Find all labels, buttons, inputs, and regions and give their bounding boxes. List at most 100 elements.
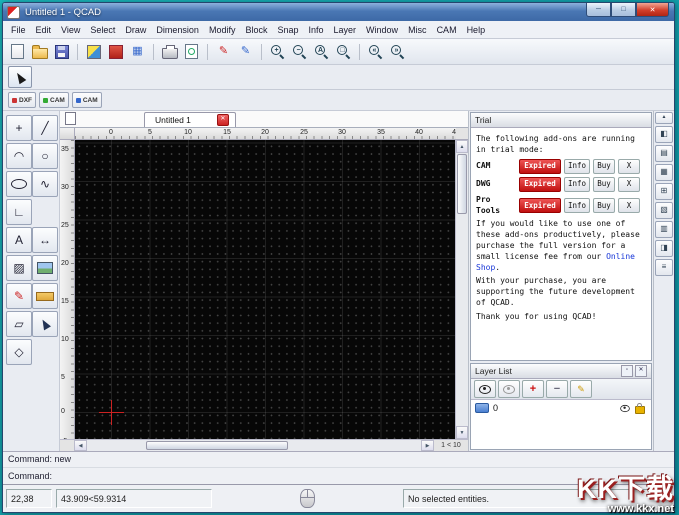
panel-close-icon[interactable]: ✕ <box>635 365 647 377</box>
spline-tool-button[interactable]: ∿ <box>32 171 58 197</box>
scroll-track[interactable] <box>289 440 421 451</box>
vertical-scrollbar[interactable]: ▲ ▼ <box>455 140 468 439</box>
info-button[interactable]: Info <box>564 198 591 214</box>
add-layer-button[interactable]: + <box>522 380 544 398</box>
maximize-button[interactable]: □ <box>611 3 636 17</box>
menu-help[interactable]: Help <box>462 23 491 37</box>
shape-tool-button[interactable]: ▱ <box>6 311 32 337</box>
property-pen-button[interactable]: ✎ <box>235 41 256 62</box>
scroll-track[interactable] <box>456 215 468 426</box>
dock-toggle-selection-filter[interactable]: ◨ <box>655 240 673 257</box>
menu-view[interactable]: View <box>56 23 85 37</box>
hatch-tool-button[interactable]: ▨ <box>6 255 32 281</box>
ellipse-tool-button[interactable] <box>6 171 32 197</box>
remove-layer-button[interactable]: − <box>546 380 568 398</box>
tab-untitled-1[interactable]: Untitled 1 ✕ <box>144 112 236 127</box>
buy-button[interactable]: Buy <box>593 198 616 214</box>
zoom-window-button[interactable]: □ <box>333 41 354 62</box>
menu-window[interactable]: Window <box>361 23 403 37</box>
point-tool-button[interactable]: + <box>6 115 32 141</box>
select-tool-button[interactable] <box>32 311 58 337</box>
trial-panel-titlebar[interactable]: Trial <box>471 113 651 128</box>
dock-toggle-command-line[interactable]: ▥ <box>655 221 673 238</box>
text-tool-button[interactable]: A <box>6 227 32 253</box>
vertical-scroll-thumb[interactable] <box>457 154 467 214</box>
menu-modify[interactable]: Modify <box>204 23 241 37</box>
menu-edit[interactable]: Edit <box>31 23 57 37</box>
strip-scroll-up-button[interactable]: ▲ <box>655 112 673 124</box>
menu-select[interactable]: Select <box>85 23 120 37</box>
dismiss-button[interactable]: X <box>618 158 641 174</box>
menu-misc[interactable]: Misc <box>403 23 432 37</box>
dock-toggle-library-browser[interactable]: ▧ <box>655 202 673 219</box>
image-tool-button[interactable] <box>32 255 58 281</box>
menu-cam[interactable]: CAM <box>432 23 462 37</box>
print-button[interactable] <box>159 41 180 62</box>
dismiss-button[interactable]: X <box>618 198 641 214</box>
titlebar[interactable]: Untitled 1 - QCAD ─ □ ✕ <box>3 3 674 21</box>
hide-all-layers-button[interactable] <box>498 380 520 398</box>
horizontal-scroll-thumb[interactable] <box>146 441 288 450</box>
zoom-in-button[interactable]: + <box>267 41 288 62</box>
pan-zoom-button[interactable]: » <box>387 41 408 62</box>
dock-toggle-property-editor[interactable]: ◧ <box>655 126 673 143</box>
print-preview-button[interactable] <box>181 41 202 62</box>
buy-button[interactable]: Buy <box>593 158 616 174</box>
save-file-button[interactable] <box>51 41 72 62</box>
block-list-button[interactable]: ▦ <box>127 41 148 62</box>
dock-toggle-block-list[interactable]: ▦ <box>655 164 673 181</box>
layer-color-swatch[interactable] <box>475 403 489 413</box>
draw-pencil-button[interactable]: ✎ <box>213 41 234 62</box>
dxf-workspace-button[interactable]: DXF <box>8 92 36 108</box>
layer-lock-icon[interactable] <box>635 402 645 414</box>
zoom-out-button[interactable]: − <box>289 41 310 62</box>
drawing-canvas[interactable] <box>75 140 455 439</box>
solid-tool-button[interactable]: ◇ <box>6 339 32 365</box>
menu-file[interactable]: File <box>6 23 31 37</box>
scroll-up-button[interactable]: ▲ <box>456 140 468 153</box>
dimension-tool-button[interactable]: ↔ <box>32 227 58 253</box>
menu-snap[interactable]: Snap <box>272 23 303 37</box>
menu-block[interactable]: Block <box>240 23 272 37</box>
polyline-tool-button[interactable]: ∟ <box>6 199 32 225</box>
horizontal-scrollbar[interactable]: ◀ ▶ <box>74 439 434 451</box>
edit-layer-button[interactable]: ✎ <box>570 380 592 398</box>
modify-tool-button[interactable]: ✎ <box>6 283 32 309</box>
cam-workspace-button[interactable]: CAM <box>39 92 69 108</box>
arc-tool-button[interactable]: ◠ <box>6 143 32 169</box>
menu-info[interactable]: Info <box>304 23 329 37</box>
dismiss-button[interactable]: X <box>618 176 641 192</box>
scroll-track[interactable] <box>87 440 145 451</box>
scroll-left-button[interactable]: ◀ <box>74 440 87 451</box>
menu-layer[interactable]: Layer <box>329 23 362 37</box>
info-button[interactable]: Info <box>564 176 591 192</box>
dock-toggle-layer-list[interactable]: ▤ <box>655 145 673 162</box>
layer-list-titlebar[interactable]: Layer List ▫ ✕ <box>471 364 651 379</box>
selection-tool-button[interactable] <box>8 66 32 88</box>
command-input[interactable] <box>55 470 669 482</box>
scroll-right-button[interactable]: ▶ <box>421 440 434 451</box>
new-file-button[interactable] <box>7 41 28 62</box>
line-tool-button[interactable]: ╱ <box>32 115 58 141</box>
dock-toggle-view-list[interactable]: ⊞ <box>655 183 673 200</box>
layer-row-0[interactable]: 0 <box>472 401 650 415</box>
export-image-button[interactable] <box>83 41 104 62</box>
close-button[interactable]: ✕ <box>636 3 669 17</box>
info-button[interactable]: Info <box>564 158 591 174</box>
dock-toggle-misc[interactable]: ≡ <box>655 259 673 276</box>
export-pdf-button[interactable] <box>105 41 126 62</box>
show-all-layers-button[interactable] <box>474 380 496 398</box>
undock-icon[interactable]: ▫ <box>621 365 633 377</box>
open-file-button[interactable] <box>29 41 50 62</box>
scroll-down-button[interactable]: ▼ <box>456 426 468 439</box>
circle-tool-button[interactable]: ○ <box>32 143 58 169</box>
buy-button[interactable]: Buy <box>593 176 616 192</box>
layer-visibility-icon[interactable] <box>620 404 630 412</box>
auto-zoom-button[interactable]: A <box>311 41 332 62</box>
menu-draw[interactable]: Draw <box>120 23 151 37</box>
measure-tool-button[interactable] <box>32 283 58 309</box>
menu-dimension[interactable]: Dimension <box>151 23 204 37</box>
previous-view-button[interactable]: « <box>365 41 386 62</box>
tab-close-button[interactable]: ✕ <box>216 114 229 126</box>
minimize-button[interactable]: ─ <box>586 3 611 17</box>
